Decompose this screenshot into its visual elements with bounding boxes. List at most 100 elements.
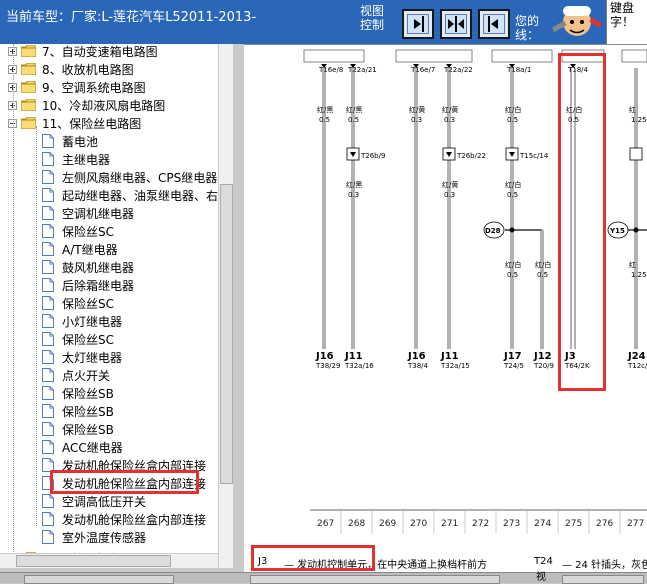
document-icon <box>42 296 54 310</box>
tree-item[interactable]: 空调机继电器 <box>42 204 134 222</box>
wire-size-label: 0.5 <box>507 271 518 279</box>
wire-color-label: 红/白 <box>505 260 521 269</box>
title-bar: 当前车型：厂家:L-莲花汽车L52011-2013- 视图控制 您的线： 键盘字… <box>0 0 647 44</box>
tree-folder[interactable]: 7、自动变速箱电路图 <box>8 44 158 60</box>
zoom-fit-both-button[interactable] <box>440 9 472 39</box>
ruler-label: 271 <box>441 519 458 529</box>
panel-splitter[interactable] <box>234 44 244 572</box>
tree-item[interactable]: 保险丝SB <box>42 402 114 420</box>
ruler-label: 276 <box>596 519 613 529</box>
tree-vertical-scrollbar[interactable] <box>218 44 233 568</box>
tree-item[interactable]: 鼓风机继电器 <box>42 258 134 276</box>
tree-item[interactable]: 主继电器 <box>42 150 110 168</box>
tree-item[interactable]: 保险丝SC <box>42 222 114 240</box>
document-icon <box>42 440 54 454</box>
document-icon <box>42 278 54 292</box>
wire-size-label: 0.5 <box>319 116 330 124</box>
folder-icon <box>21 99 36 111</box>
tree-folder-label: 8、收放机电路图 <box>42 62 134 77</box>
tree-item[interactable]: 空调高低压开关 <box>42 492 146 510</box>
current-car-label: 当前车型：厂家:L-莲花汽车L52011-2013- <box>6 10 257 25</box>
ruler-label: 268 <box>348 519 365 529</box>
wire-size-label: 0.3 <box>348 191 359 199</box>
top-connector-label: T22a/21 <box>347 66 377 74</box>
legend-t24-text: — 24 针插头，灰色， <box>562 560 647 571</box>
tree-item[interactable]: 点火开关 <box>42 366 110 384</box>
document-icon <box>42 404 54 418</box>
tree-folder-label: 10、冷却液风扇电路图 <box>42 98 166 113</box>
wire-color-label: 红/白 <box>505 105 521 114</box>
document-icon <box>42 494 54 508</box>
tree-item-label: 起动继电器、油泵继电器、右侧 <box>62 188 231 203</box>
status-bar: 视 <box>0 572 647 584</box>
tree-folder[interactable]: 8、收放机电路图 <box>8 60 134 78</box>
tree-folder[interactable]: 11、保险丝电路图 <box>8 114 141 132</box>
document-icon <box>42 368 54 382</box>
tree-item[interactable]: 起动继电器、油泵继电器、右侧 <box>42 186 230 204</box>
tree-item[interactable]: 蓄电池 <box>42 132 98 150</box>
tree-folder[interactable]: 10、冷却液风扇电路图 <box>8 96 165 114</box>
top-connector-label: T16e/8 <box>318 66 343 74</box>
document-icon <box>42 152 54 166</box>
highlight-tree-item <box>50 470 199 494</box>
wire-size-label: 0.5 <box>507 191 518 199</box>
document-icon <box>42 512 54 526</box>
document-icon <box>42 134 54 148</box>
component-label: J11 <box>344 351 363 362</box>
document-icon <box>42 332 54 346</box>
wire-color-label: 红/黄 <box>409 105 425 114</box>
tree-item[interactable]: 后除霜继电器 <box>42 276 134 294</box>
view-control-label: 视图控制 <box>360 4 385 32</box>
component-label: J17 <box>503 351 522 362</box>
tree-item[interactable]: 保险丝SC <box>42 294 114 312</box>
tree-item[interactable]: 保险丝SB <box>42 420 114 438</box>
wire-size-label: 0.5 <box>507 116 518 124</box>
tree-folder[interactable]: 9、空调系统电路图 <box>8 78 146 96</box>
wire-color-label: 红/黑 <box>346 180 362 189</box>
mid-connector-label: T15c/14 <box>519 152 549 160</box>
tree-folder-label: 7、自动变速箱电路图 <box>42 44 158 59</box>
tree-item-label: 后除霜继电器 <box>62 278 135 293</box>
tree-item[interactable]: 室外温度传感器 <box>42 528 146 546</box>
tree-item-label: 保险丝SB <box>62 404 114 419</box>
document-icon <box>42 170 54 184</box>
wire-size-label: 0.5 <box>348 116 359 124</box>
ruler-label: 267 <box>317 519 334 529</box>
tree-item[interactable]: 太灯继电器 <box>42 348 122 366</box>
component-pin-label: T20/9 <box>533 362 554 370</box>
tree-item[interactable]: A/T继电器 <box>42 240 118 258</box>
wire-size-label: 0.3 <box>411 116 422 124</box>
tree-item-label: 保险丝SB <box>62 422 114 437</box>
tree-folder-label: 11、保险丝电路图 <box>42 116 142 131</box>
legend-t24-code: T24 <box>534 556 553 567</box>
tree-item[interactable]: 发动机舱保险丝盒内部连接 <box>42 510 206 528</box>
component-label: J12 <box>533 351 552 362</box>
component-label: J16 <box>407 351 426 362</box>
document-icon <box>42 242 54 256</box>
zoom-fit-left-button[interactable] <box>478 9 510 39</box>
wire-color-label: 红/黑 <box>317 105 333 114</box>
tree-item[interactable]: 保险丝SB <box>42 384 114 402</box>
tree-folder-label: 9、空调系统电路图 <box>42 80 146 95</box>
wire-size-label: 0.5 <box>537 271 548 279</box>
tree-item-label: 保险丝SC <box>62 296 114 311</box>
tree-item-label: 左侧风扇继电器、CPS继电器 <box>62 170 218 185</box>
tree-item-label: 鼓风机继电器 <box>62 260 135 275</box>
wire-color-label: 红/黄 <box>442 180 458 189</box>
tree-item[interactable]: 左侧风扇继电器、CPS继电器 <box>42 168 217 186</box>
node-label: Y15 <box>609 227 625 235</box>
component-pin-label: T24/5 <box>503 362 524 370</box>
zoom-fit-right-button[interactable] <box>402 9 434 39</box>
tree-horizontal-scrollbar[interactable] <box>0 553 218 568</box>
tree-item-label: A/T继电器 <box>62 242 118 257</box>
tree-item[interactable]: 保险丝SC <box>42 330 114 348</box>
folder-icon <box>21 81 36 93</box>
wire-color-label: 红/黑 <box>346 105 362 114</box>
tree-item[interactable]: 小灯继电器 <box>42 312 122 330</box>
ruler-label: 272 <box>472 519 489 529</box>
tree-item-label: 空调机继电器 <box>62 206 135 221</box>
component-pin-label: T32a/15 <box>440 362 470 370</box>
wire-size-label: 0.3 <box>444 191 455 199</box>
tree-item[interactable]: ACC继电器 <box>42 438 123 456</box>
tree-item-label: ACC继电器 <box>62 440 123 455</box>
